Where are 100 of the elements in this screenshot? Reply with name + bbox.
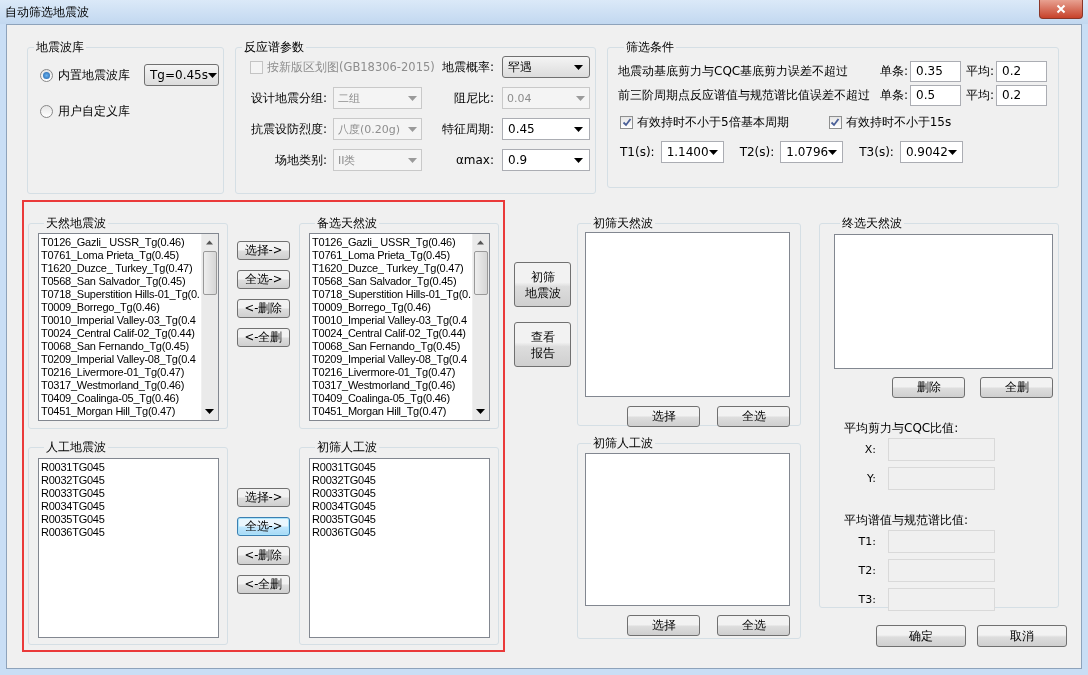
close-button[interactable]	[1039, 0, 1083, 19]
button[interactable]: 确定	[876, 625, 966, 647]
caret-icon	[828, 149, 838, 155]
input-field[interactable]: 0.2	[996, 84, 1048, 106]
list-item[interactable]: T0024_Central Calif-02_Tg(0.44)	[312, 327, 472, 340]
list-item[interactable]: R0033TG045	[312, 487, 489, 500]
button[interactable]: <-全删	[237, 328, 290, 347]
field-label: 平均:	[966, 86, 995, 104]
dropdown[interactable]: Tg=0.45s	[144, 64, 219, 86]
list-item[interactable]: R0036TG045	[312, 526, 489, 539]
field-label: 平均:	[966, 62, 995, 80]
field-label: 设计地震分组:	[249, 89, 327, 107]
list-item[interactable]: T1620_Duzce_ Turkey_Tg(0.47)	[312, 262, 472, 275]
list-item[interactable]: T0216_Livermore-01_Tg(0.47)	[41, 366, 201, 379]
radio-button[interactable]	[40, 68, 53, 82]
caret-icon	[477, 240, 485, 245]
list-item[interactable]: T0409_Coalinga-05_Tg(0.46)	[41, 392, 201, 405]
scrollbar[interactable]	[472, 234, 489, 420]
list-item[interactable]: T0568_San Salvador_Tg(0.45)	[312, 275, 472, 288]
group-title: 初筛人工波	[316, 439, 379, 456]
list-item[interactable]: T0317_Westmorland_Tg(0.46)	[312, 379, 472, 392]
field-label: T1(s):	[620, 145, 655, 159]
field-label: T3(s):	[859, 145, 894, 159]
group-title: 筛选条件	[625, 39, 675, 56]
button[interactable]: 初筛 地震波	[514, 262, 571, 307]
list-item[interactable]: T0209_Imperial Valley-08_Tg(0.4	[41, 353, 201, 366]
caret-icon	[947, 149, 957, 155]
scroll-thumb[interactable]	[474, 251, 488, 295]
dropdown[interactable]: 0.45	[502, 118, 590, 140]
group-title: 地震波库	[35, 39, 85, 56]
checkbox[interactable]	[828, 115, 842, 129]
checkbox[interactable]	[620, 115, 633, 129]
button[interactable]: 选择->	[237, 488, 290, 507]
list-item[interactable]: R0031TG045	[312, 461, 489, 474]
dropdown[interactable]: 0.9	[502, 149, 590, 171]
button[interactable]: 选择	[627, 615, 700, 636]
list-item[interactable]: T0568_San Salvador_Tg(0.45)	[41, 275, 201, 288]
list-item[interactable]: T0024_Central Calif-02_Tg(0.44)	[41, 327, 201, 340]
caret-icon	[206, 240, 214, 245]
list-item[interactable]: T0451_Morgan Hill_Tg(0.47)	[41, 405, 201, 418]
list-item[interactable]: T0126_Gazli_ USSR_Tg(0.46)	[312, 236, 472, 249]
input-field[interactable]: 0.2	[996, 60, 1048, 82]
button[interactable]: 删除	[892, 377, 965, 398]
button[interactable]: <-全删	[237, 575, 290, 594]
list-item[interactable]: T0216_Livermore-01_Tg(0.47)	[312, 366, 472, 379]
list-item[interactable]: T0761_Loma Prieta_Tg(0.45)	[41, 249, 201, 262]
button[interactable]: <-删除	[237, 546, 290, 565]
list-item[interactable]: T0209_Imperial Valley-08_Tg(0.4	[312, 353, 472, 366]
dropdown[interactable]: 1.1400	[660, 141, 724, 163]
list-item[interactable]: R0036TG045	[41, 526, 218, 539]
list-item[interactable]: R0032TG045	[41, 474, 218, 487]
button[interactable]: 选择->	[237, 241, 290, 260]
caret-icon	[205, 409, 215, 414]
list-item[interactable]: R0035TG045	[312, 513, 489, 526]
dropdown[interactable]: 0.9042	[899, 141, 963, 163]
list-item[interactable]: T0718_Superstition Hills-01_Tg(0.	[41, 288, 201, 301]
list-item[interactable]: T0009_Borrego_Tg(0.46)	[312, 301, 472, 314]
list-item[interactable]: T0451_Morgan Hill_Tg(0.47)	[312, 405, 472, 418]
input-field[interactable]: 0.5	[910, 84, 962, 106]
button[interactable]: 选择	[627, 406, 700, 427]
group-title: 反应谱参数	[243, 39, 305, 56]
dropdown[interactable]: 1.0796	[780, 141, 844, 163]
list-item[interactable]: R0035TG045	[41, 513, 218, 526]
button[interactable]: 全选->	[237, 517, 290, 536]
input-field[interactable]	[888, 588, 995, 611]
list-item[interactable]: R0033TG045	[41, 487, 218, 500]
button[interactable]: 全选	[717, 406, 790, 427]
field-label: 单条:	[880, 86, 909, 104]
button[interactable]: 查看 报告	[514, 322, 571, 367]
list-item[interactable]: T0317_Westmorland_Tg(0.46)	[41, 379, 201, 392]
caret-icon	[574, 126, 583, 132]
input-field[interactable]: 0.35	[910, 60, 962, 82]
scroll-thumb[interactable]	[202, 251, 217, 295]
list-item[interactable]: T0068_San Fernando_Tg(0.45)	[312, 340, 472, 353]
criterion-label: 前三阶周期点反应谱值与规范谱比值误差不超过	[618, 86, 871, 104]
list-item[interactable]: R0034TG045	[312, 500, 489, 513]
caret-icon	[574, 157, 583, 163]
list-item[interactable]: T0126_Gazli_ USSR_Tg(0.46)	[41, 236, 201, 249]
list-item[interactable]: R0032TG045	[312, 474, 489, 487]
radio-label: 内置地震波库	[58, 66, 130, 84]
list-item[interactable]: T0010_Imperial Valley-03_Tg(0.4	[312, 314, 472, 327]
list-item[interactable]: R0034TG045	[41, 500, 218, 513]
list-item[interactable]: T0010_Imperial Valley-03_Tg(0.4	[41, 314, 201, 327]
button[interactable]: 取消	[977, 625, 1067, 647]
field-label: T1:	[857, 535, 877, 548]
list-item[interactable]: T0409_Coalinga-05_Tg(0.46)	[312, 392, 472, 405]
list-item[interactable]: T0718_Superstition Hills-01_Tg(0.	[312, 288, 472, 301]
button[interactable]: 全选->	[237, 270, 290, 289]
caret-icon	[408, 95, 417, 101]
button[interactable]: 全删	[980, 377, 1053, 398]
list-item[interactable]: T0761_Loma Prieta_Tg(0.45)	[312, 249, 472, 262]
list-item[interactable]: T0009_Borrego_Tg(0.46)	[41, 301, 201, 314]
list-item[interactable]: T1620_Duzce_ Turkey_Tg(0.47)	[41, 262, 201, 275]
scrollbar[interactable]	[200, 234, 218, 420]
radio-button[interactable]	[40, 104, 53, 118]
button[interactable]: <-删除	[237, 299, 290, 318]
dropdown[interactable]: 罕遇	[502, 56, 590, 78]
list-item[interactable]: R0031TG045	[41, 461, 218, 474]
button[interactable]: 全选	[717, 615, 790, 636]
list-item[interactable]: T0068_San Fernando_Tg(0.45)	[41, 340, 201, 353]
